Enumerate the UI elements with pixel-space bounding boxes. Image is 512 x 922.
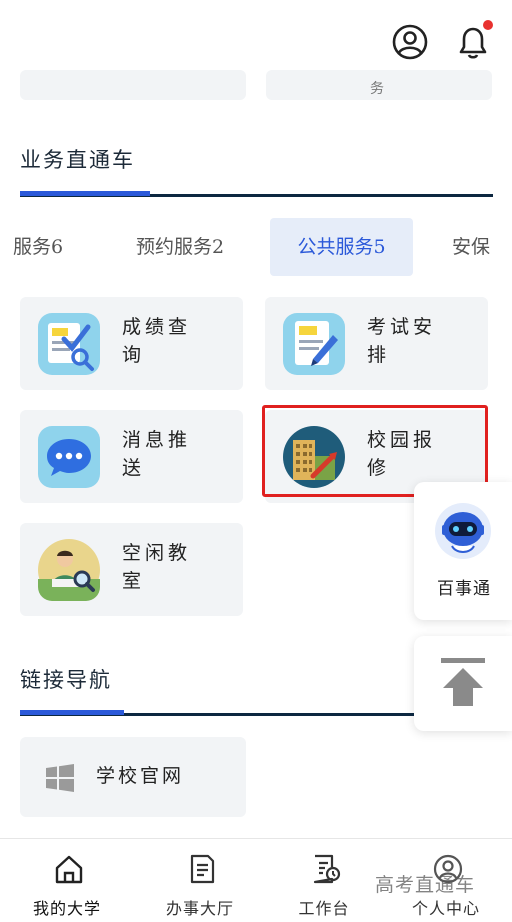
partial-card-text: 务 xyxy=(370,81,384,97)
assistant-label: 百事通 xyxy=(437,579,491,599)
document-icon xyxy=(190,854,215,884)
calendar-doc-icon xyxy=(313,854,341,884)
nav-label: 个人中心 xyxy=(411,899,480,918)
free-classroom-icon xyxy=(38,539,100,601)
link-label: 学校官网 xyxy=(96,765,185,787)
exam-schedule-icon xyxy=(283,313,345,375)
nav-item-workbench[interactable]: 工作台 xyxy=(260,839,388,922)
notification-dot xyxy=(483,20,493,30)
home-icon xyxy=(55,855,83,884)
service-label: 考试安排 xyxy=(367,316,437,366)
service-tabs: 服务6 预约服务2 公共服务5 安保 xyxy=(0,218,512,276)
grade-query-icon xyxy=(38,313,100,375)
arrow-up-to-top-icon xyxy=(441,658,485,706)
tab-security[interactable]: 安保 xyxy=(452,218,512,276)
service-card-grade-query[interactable]: 成绩查询 xyxy=(20,297,243,390)
service-label: 空闲教室 xyxy=(122,542,192,592)
service-card-message-push[interactable]: 消息推送 xyxy=(20,410,243,503)
user-circle-icon[interactable] xyxy=(390,22,430,62)
back-to-top-button[interactable] xyxy=(414,636,512,731)
nav-item-service-hall[interactable]: 办事大厅 xyxy=(136,839,264,922)
watermark-text: 高考直通车 xyxy=(375,874,476,896)
nav-item-my-university[interactable]: 我的大学 xyxy=(3,839,131,922)
windows-icon xyxy=(46,764,74,792)
tab-reservation-2[interactable]: 预约服务2 xyxy=(120,218,240,276)
link-card-school-website[interactable]: 学校官网 xyxy=(20,737,246,817)
assistant-floating-button[interactable]: 百事通 xyxy=(414,482,512,620)
nav-label: 办事大厅 xyxy=(165,899,234,918)
service-label: 成绩查询 xyxy=(122,316,192,366)
service-card-free-classroom[interactable]: 空闲教室 xyxy=(20,523,243,616)
section-divider-accent xyxy=(20,191,150,196)
section-divider-accent xyxy=(20,710,124,715)
robot-icon xyxy=(435,503,491,559)
nav-label: 我的大学 xyxy=(32,899,101,918)
tab-public-service-5[interactable]: 公共服务5 xyxy=(270,218,413,276)
section-title-services: 业务直通车 xyxy=(20,148,135,172)
section-title-links: 链接导航 xyxy=(20,668,112,692)
tab-service-6[interactable]: 服务6 xyxy=(0,218,78,276)
nav-label: 工作台 xyxy=(298,899,350,918)
service-card-exam-schedule[interactable]: 考试安排 xyxy=(265,297,488,390)
partial-card[interactable] xyxy=(20,70,246,100)
message-push-icon xyxy=(38,426,100,488)
service-label: 消息推送 xyxy=(122,429,192,479)
